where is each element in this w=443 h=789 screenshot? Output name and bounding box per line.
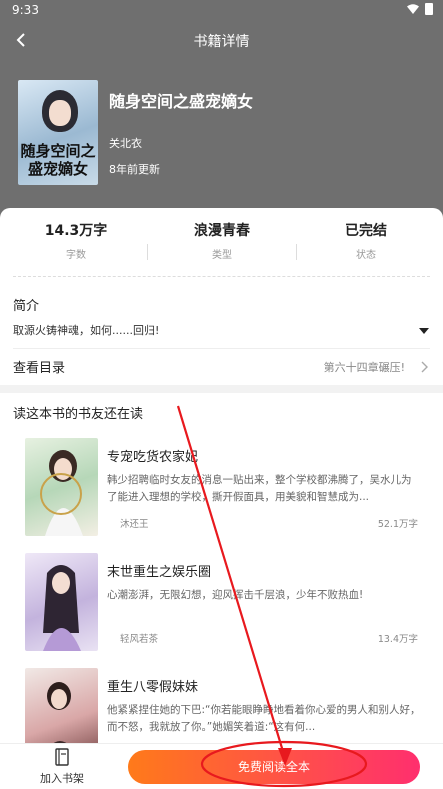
status-icons <box>407 3 433 15</box>
stat-words: 14.3万字 字数 <box>2 220 150 261</box>
stat-value: 已完结 <box>345 223 387 239</box>
stat-genre: 浪漫青春 类型 <box>148 220 296 261</box>
thumbnail-art <box>43 565 81 651</box>
free-read-button[interactable]: 免费阅读全本 <box>128 750 420 784</box>
book-title: 随身空间之盛宠嫡女 <box>109 92 254 111</box>
stat-status: 已完结 状态 <box>292 220 440 261</box>
stat-label: 字数 <box>66 250 86 261</box>
item-desc: 心潮澎湃，无限幻想，迎风挥击千层浪，少年不败热血! <box>107 589 364 601</box>
battery-icon <box>425 3 433 15</box>
detail-card: 14.3万字 字数 浪漫青春 类型 已完结 状态 简介 取源火铸神魂，如何...… <box>0 208 443 789</box>
wifi-icon <box>407 4 419 14</box>
stat-value: 浪漫青春 <box>194 223 250 239</box>
item-desc: 韩少招聘临时女友的消息一贴出来，整个学校都沸腾了，吴水儿为了能进入理想的学校，撕… <box>107 474 412 503</box>
recommend-heading: 读这本书的书友还在读 <box>13 407 144 422</box>
intro-heading: 简介 <box>13 299 40 314</box>
item-word-count: 52.1万字 <box>377 519 418 530</box>
stat-label: 类型 <box>212 250 232 261</box>
item-word-count: 13.4万字 <box>377 634 418 645</box>
list-item[interactable]: 末世重生之娱乐圈 心潮澎湃，无限幻想，迎风挥击千层浪，少年不败热血! 轻风若茶 … <box>0 553 443 663</box>
stat-value: 14.3万字 <box>44 223 108 239</box>
section-gap <box>0 385 443 393</box>
book-author[interactable]: 关北衣 <box>109 135 142 151</box>
book-thumbnail <box>25 553 98 651</box>
latest-chapter[interactable]: 第六十四章碾压! <box>324 359 405 375</box>
list-item[interactable]: 专宠吃货农家妃 韩少招聘临时女友的消息一贴出来，整个学校都沸腾了，吴水儿为了能进… <box>0 438 443 548</box>
book-stats: 14.3万字 字数 浪漫青春 类型 已完结 状态 <box>0 220 443 276</box>
bookshelf-icon <box>55 748 69 766</box>
item-desc: 他紧紧捏住她的下巴:“你若能眼睁睁地看着你心爱的男人和别人好，而不怒，我就放了你… <box>107 704 421 733</box>
chevron-right-icon[interactable] <box>419 361 429 373</box>
status-bar: 9:33 <box>0 0 443 22</box>
nav-bar: 书籍详情 <box>0 26 443 56</box>
dashed-divider <box>13 276 430 277</box>
bottom-bar: 加入书架 免费阅读全本 <box>0 743 443 789</box>
toc-link[interactable]: 查看目录 <box>13 357 65 376</box>
status-time: 9:33 <box>12 3 39 17</box>
stat-label: 状态 <box>356 250 376 261</box>
book-updated: 8年前更新 <box>109 163 160 176</box>
divider <box>13 348 430 349</box>
book-thumbnail <box>25 438 98 536</box>
page-title: 书籍详情 <box>193 34 250 50</box>
book-header: 9:33 书籍详情 随身空间之盛宠嫡女 随身空间之盛宠嫡女 关北衣 8年前更新 <box>0 0 443 240</box>
dropdown-triangle-icon[interactable] <box>419 328 429 334</box>
cover-title: 随身空间之盛宠嫡女 <box>20 142 96 178</box>
shelf-label: 加入书架 <box>40 772 84 785</box>
intro-text[interactable]: 取源火铸神魂，如何......回归! <box>13 322 159 338</box>
add-to-shelf-button[interactable]: 加入书架 <box>32 748 92 786</box>
thumbnail-art <box>40 450 83 536</box>
cover-face <box>49 100 71 126</box>
item-title: 专宠吃货农家妃 <box>107 450 199 465</box>
item-title: 末世重生之娱乐圈 <box>107 565 212 580</box>
item-author: 轻风若茶 <box>120 634 159 645</box>
book-cover: 随身空间之盛宠嫡女 <box>18 80 98 185</box>
item-title: 重生八零假妹妹 <box>107 680 199 695</box>
item-author: 沐还王 <box>120 519 149 530</box>
